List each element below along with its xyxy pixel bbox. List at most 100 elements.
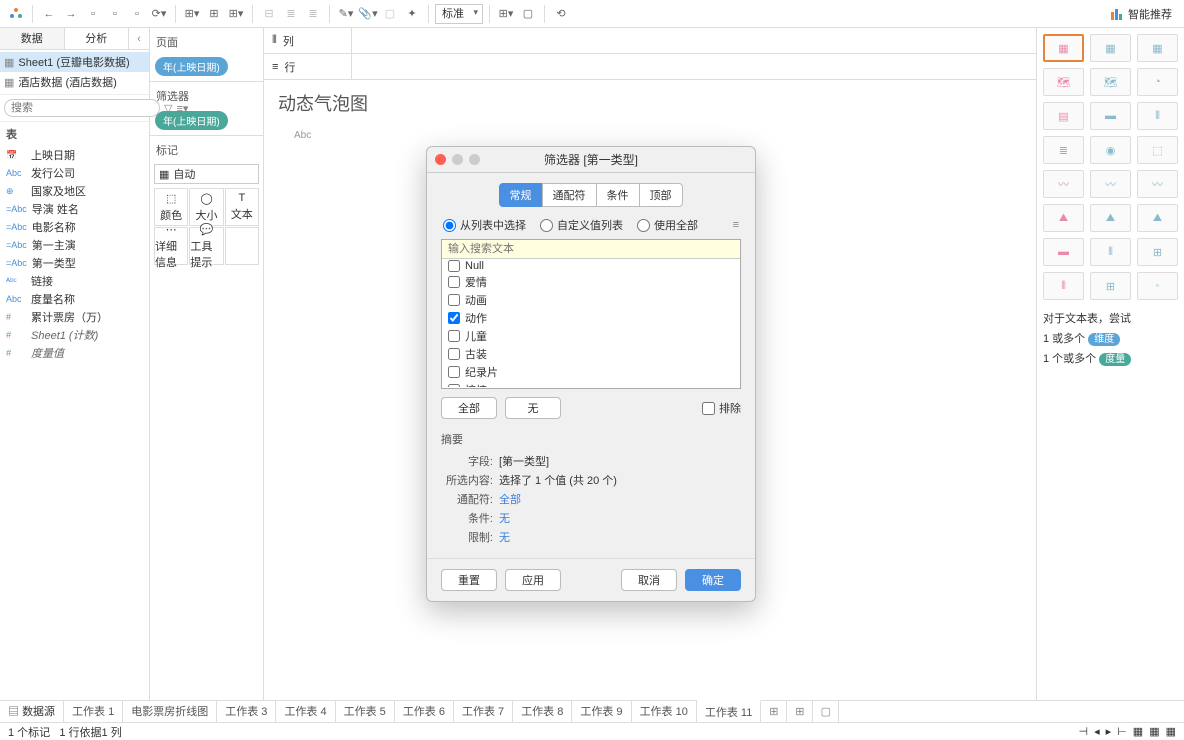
viz-thumb[interactable]: ⬚ bbox=[1137, 136, 1178, 164]
format-icon[interactable]: ✦ bbox=[402, 4, 422, 24]
sheet-tab[interactable]: 电影票房折线图 bbox=[123, 701, 217, 723]
field-item[interactable]: =Abc第一主演 bbox=[0, 236, 149, 254]
viz-thumb[interactable]: ⦀ bbox=[1043, 272, 1084, 300]
tab-data[interactable]: 数据 bbox=[0, 28, 65, 49]
back-icon[interactable]: ← bbox=[39, 4, 59, 24]
select-all-button[interactable]: 全部 bbox=[441, 397, 497, 419]
field-item[interactable]: =Abc导演 姓名 bbox=[0, 200, 149, 218]
viz-thumb[interactable]: ▬ bbox=[1090, 102, 1131, 130]
share-icon[interactable]: ⟲ bbox=[551, 4, 571, 24]
tab-analysis[interactable]: 分析 bbox=[65, 28, 130, 49]
viz-thumb[interactable]: ≣ bbox=[1043, 136, 1084, 164]
new-story-icon[interactable]: ▢ bbox=[813, 701, 839, 723]
sheet-tab[interactable]: 工作表 7 bbox=[454, 701, 513, 723]
dialog-tab[interactable]: 条件 bbox=[596, 183, 640, 207]
viz-thumb[interactable]: ⦀ bbox=[1137, 102, 1178, 130]
fit-select[interactable]: 标准 bbox=[435, 4, 483, 24]
field-item[interactable]: #Sheet1 (计数) bbox=[0, 326, 149, 344]
mark-card[interactable]: ⬚颜色 bbox=[154, 188, 188, 226]
refresh-icon[interactable]: ⟳▾ bbox=[149, 4, 169, 24]
search-input[interactable] bbox=[4, 99, 160, 117]
sort-asc-icon[interactable]: ⊞ bbox=[204, 4, 224, 24]
tb-icon2[interactable]: ≣ bbox=[303, 4, 323, 24]
mark-card[interactable]: 💬工具提示 bbox=[189, 227, 223, 265]
new-data-icon[interactable]: ▫ bbox=[105, 4, 125, 24]
viz-thumb[interactable]: 〰 bbox=[1137, 170, 1178, 198]
viz-thumb[interactable]: ⛰ bbox=[1090, 204, 1131, 232]
forward-icon[interactable]: → bbox=[61, 4, 81, 24]
sheet-tab[interactable]: 工作表 5 bbox=[336, 701, 395, 723]
attach-icon[interactable]: 📎▾ bbox=[358, 4, 378, 24]
new-sheet-icon[interactable]: ▫ bbox=[127, 4, 147, 24]
filter-search-input[interactable] bbox=[442, 240, 740, 259]
dialog-menu-icon[interactable]: ≡ bbox=[733, 219, 739, 231]
select-none-button[interactable]: 无 bbox=[505, 397, 561, 419]
sheet-tab[interactable]: 工作表 8 bbox=[513, 701, 572, 723]
viz-thumb[interactable]: ⊞ bbox=[1090, 272, 1131, 300]
mark-card[interactable] bbox=[225, 227, 259, 265]
viz-thumb[interactable]: ▦ bbox=[1137, 34, 1178, 62]
filter-value-item[interactable]: 动作 bbox=[442, 309, 740, 327]
new-worksheet-icon[interactable]: ⊞ bbox=[761, 701, 787, 723]
dialog-tab[interactable]: 顶部 bbox=[639, 183, 683, 207]
mark-card[interactable]: ⋯详细信息 bbox=[154, 227, 188, 265]
sheet-tab[interactable]: 工作表 11 bbox=[697, 700, 761, 722]
sheet-tab[interactable]: 工作表 6 bbox=[395, 701, 454, 723]
viz-thumb[interactable]: ◦ bbox=[1137, 272, 1178, 300]
dialog-tab[interactable]: 常规 bbox=[499, 183, 543, 207]
highlight-icon[interactable]: ✎▾ bbox=[336, 4, 356, 24]
viz-thumb[interactable]: 🗺 bbox=[1043, 68, 1084, 96]
filter-mode-radio[interactable]: 从列表中选择 bbox=[443, 217, 526, 233]
rows-shelf[interactable]: ≡行 bbox=[264, 54, 1036, 80]
filter-value-item[interactable]: 爱情 bbox=[442, 273, 740, 291]
datasource-item[interactable]: ▦Sheet1 (豆瓣电影数据) bbox=[0, 52, 149, 72]
group-icon[interactable]: ⊟ bbox=[259, 4, 279, 24]
field-item[interactable]: ᴬᵇᶜ链接 bbox=[0, 272, 149, 290]
smart-recommend[interactable]: 智能推荐 bbox=[1104, 6, 1178, 22]
filter-pill[interactable]: 年(上映日期) bbox=[155, 111, 228, 130]
mark-card[interactable]: T文本 bbox=[225, 188, 259, 226]
filter-value-item[interactable]: Null bbox=[442, 259, 740, 273]
field-item[interactable]: Abc发行公司 bbox=[0, 164, 149, 182]
filter-value-item[interactable]: 儿童 bbox=[442, 327, 740, 345]
filter-value-item[interactable]: 动画 bbox=[442, 291, 740, 309]
field-item[interactable]: ⊕国家及地区 bbox=[0, 182, 149, 200]
datasource-item[interactable]: ▦酒店数据 (酒店数据) bbox=[0, 72, 149, 92]
columns-shelf[interactable]: ⦀列 bbox=[264, 28, 1036, 54]
tb-icon[interactable]: ≣ bbox=[281, 4, 301, 24]
viz-thumb[interactable]: ◉ bbox=[1090, 136, 1131, 164]
sheet-tab[interactable]: 工作表 9 bbox=[572, 701, 631, 723]
sheet-tab[interactable]: 工作表 3 bbox=[217, 701, 276, 723]
new-dashboard-icon[interactable]: ⊞ bbox=[787, 701, 813, 723]
mark-type-select[interactable]: ▦ 自动 bbox=[154, 164, 259, 184]
page-pill[interactable]: 年(上映日期) bbox=[155, 57, 228, 76]
viz-thumb[interactable]: ⛰ bbox=[1137, 204, 1178, 232]
sheet-tab[interactable]: 工作表 1 bbox=[64, 701, 123, 723]
reset-button[interactable]: 重置 bbox=[441, 569, 497, 591]
field-item[interactable]: Abc度量名称 bbox=[0, 290, 149, 308]
sheet-tab[interactable]: 工作表 10 bbox=[632, 701, 697, 723]
filter-mode-radio[interactable]: 使用全部 bbox=[637, 217, 698, 233]
datasource-tab[interactable]: ▤ 数据源 bbox=[0, 701, 64, 723]
collapse-icon[interactable]: ‹ bbox=[129, 28, 149, 49]
viz-thumb[interactable]: ⦀ bbox=[1090, 238, 1131, 266]
viz-thumb[interactable]: 〰 bbox=[1090, 170, 1131, 198]
field-item[interactable]: =Abc电影名称 bbox=[0, 218, 149, 236]
sheet-tab[interactable]: 工作表 4 bbox=[276, 701, 335, 723]
dialog-tab[interactable]: 通配符 bbox=[542, 183, 597, 207]
viz-thumb[interactable]: ⛰ bbox=[1043, 204, 1084, 232]
field-item[interactable]: #度量值 bbox=[0, 344, 149, 362]
filter-value-item[interactable]: 纪录片 bbox=[442, 363, 740, 381]
filter-value-item[interactable]: 惊悚 bbox=[442, 381, 740, 387]
mark-card[interactable]: ◯大小 bbox=[189, 188, 223, 226]
swap-icon[interactable]: ⊞▾ bbox=[182, 4, 202, 24]
sort-desc-icon[interactable]: ⊞▾ bbox=[226, 4, 246, 24]
viz-thumb[interactable]: 〰 bbox=[1043, 170, 1084, 198]
viz-thumb[interactable]: ◔ bbox=[1137, 68, 1178, 96]
apply-button[interactable]: 应用 bbox=[505, 569, 561, 591]
show-icon[interactable]: ⊞▾ bbox=[496, 4, 516, 24]
viz-thumb[interactable]: ▦ bbox=[1090, 34, 1131, 62]
ok-button[interactable]: 确定 bbox=[685, 569, 741, 591]
viz-thumb[interactable]: ▦ bbox=[1043, 34, 1084, 62]
exclude-checkbox[interactable]: 排除 bbox=[702, 400, 741, 416]
